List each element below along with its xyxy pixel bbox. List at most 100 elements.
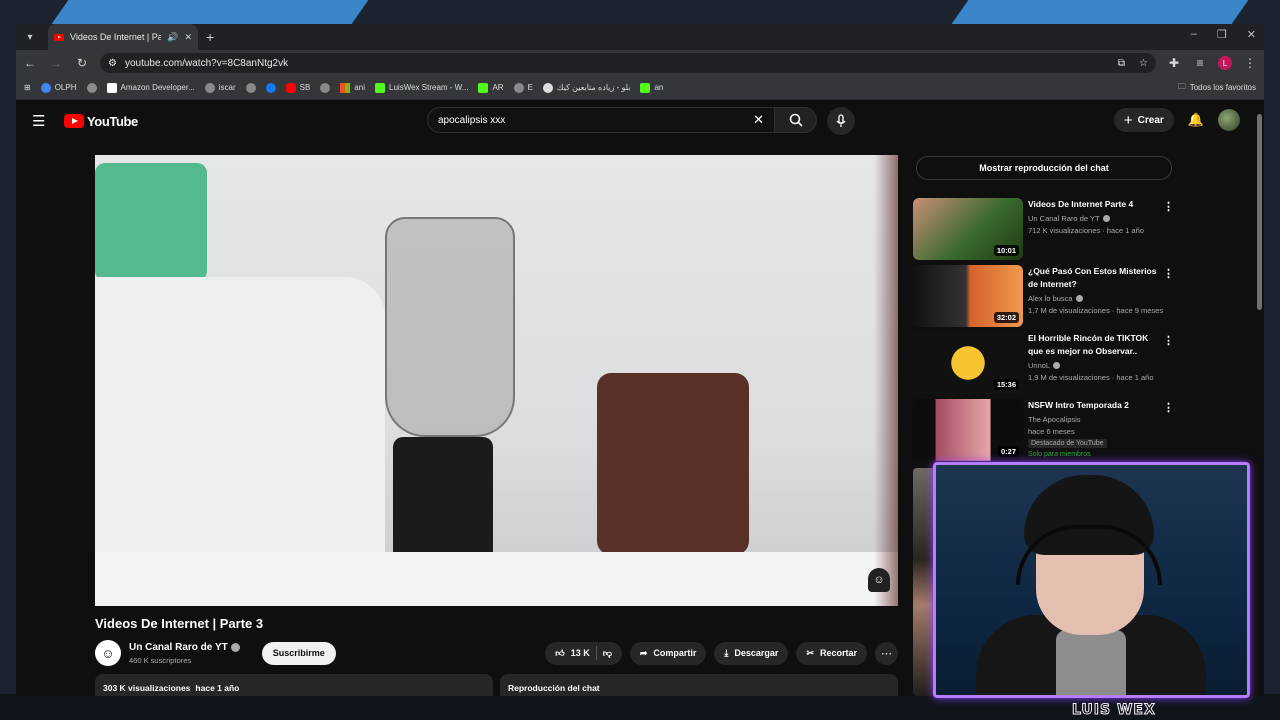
share-icon: ➦ xyxy=(639,647,648,658)
bookmark-item[interactable]: AR xyxy=(478,82,504,93)
bookmark-item[interactable] xyxy=(265,82,276,93)
restore-icon[interactable]: ❐ xyxy=(1217,28,1227,41)
minimize-icon[interactable]: – xyxy=(1191,28,1197,41)
video-thumbnail[interactable]: 0:27 xyxy=(913,399,1023,461)
more-options-icon[interactable]: ⋮ xyxy=(1163,334,1174,347)
bookmark-item[interactable]: بلو - زياده متابعين كيك xyxy=(542,82,630,93)
bookmark-item[interactable]: iscar xyxy=(204,82,236,93)
notifications-bell-icon[interactable]: 🔔 xyxy=(1188,112,1204,128)
search-bar: apocalipsis xxx ✕ xyxy=(427,107,817,133)
speaker-icon[interactable]: 🔊 xyxy=(167,32,178,43)
subscriber-count: 460 K suscriptores xyxy=(129,655,192,665)
bookmark-item[interactable]: LuisWex Stream - W... xyxy=(375,82,468,93)
video-thumbnail[interactable]: 32:02 xyxy=(913,265,1023,327)
youtube-favicon-icon xyxy=(54,33,64,41)
recommendation-meta: El Horrible Rincón de TIKTOK que es mejo… xyxy=(1028,332,1178,394)
browser-menu-icon[interactable]: ⋮ xyxy=(1242,56,1258,70)
overlay-stripe xyxy=(951,0,1249,24)
mic-icon xyxy=(836,114,846,127)
forward-icon[interactable]: → xyxy=(48,56,64,70)
site-settings-icon[interactable]: ⚙ xyxy=(108,58,117,69)
recommendation-channel[interactable]: Un Canal Raro de YT xyxy=(1028,214,1164,223)
close-tab-icon[interactable]: ✕ xyxy=(184,32,192,43)
search-icon xyxy=(789,113,803,127)
recommendation-title[interactable]: El Horrible Rincón de TIKTOK que es mejo… xyxy=(1028,332,1164,358)
close-window-icon[interactable]: ✕ xyxy=(1247,28,1256,41)
verified-icon xyxy=(1075,294,1083,302)
recommendation-channel[interactable]: Alex lo busca xyxy=(1028,294,1164,303)
profile-avatar[interactable]: L xyxy=(1218,56,1232,70)
video-scene-object xyxy=(597,373,749,555)
subscribe-button[interactable]: Suscribirme xyxy=(261,641,336,665)
guide-menu-icon[interactable]: ☰ xyxy=(32,112,52,130)
recommendation-title[interactable]: ¿Qué Pasó Con Estos Misterios de Interne… xyxy=(1028,265,1164,291)
recommendation-item[interactable]: 15:36 El Horrible Rincón de TIKTOK que e… xyxy=(913,332,1178,394)
bookmark-item[interactable] xyxy=(245,82,256,93)
webcam-person xyxy=(1056,630,1126,695)
youtube-logo[interactable]: YouTube xyxy=(64,114,138,129)
more-options-icon[interactable]: ⋮ xyxy=(1163,267,1174,280)
video-thumbnail[interactable]: 10:01 xyxy=(913,198,1023,260)
reload-icon[interactable]: ↻ xyxy=(74,56,90,70)
clip-button[interactable]: ✂ Recortar xyxy=(796,641,867,665)
header-actions: + Crear 🔔 xyxy=(1113,108,1240,132)
chat-replay-panel[interactable]: Reproducción del chat xyxy=(500,674,898,696)
channel-watermark-icon[interactable]: ☺ xyxy=(868,568,890,592)
bookmark-item[interactable]: E xyxy=(513,82,533,93)
recommendation-item[interactable]: 32:02 ¿Qué Pasó Con Estos Misterios de I… xyxy=(913,265,1178,327)
back-icon[interactable]: ← xyxy=(22,56,38,70)
install-app-icon[interactable]: ⧉ xyxy=(1118,58,1125,69)
voice-search-button[interactable] xyxy=(827,107,855,135)
tab-search-button[interactable]: ▾ xyxy=(20,27,40,47)
create-button[interactable]: + Crear xyxy=(1113,108,1174,132)
view-count: 303 K visualizaciones xyxy=(103,683,191,693)
bookmark-star-icon[interactable]: ☆ xyxy=(1139,58,1148,69)
channel-avatar[interactable]: ☺ xyxy=(95,640,121,666)
clear-search-icon[interactable]: ✕ xyxy=(753,112,764,128)
bookmark-item[interactable]: an xyxy=(640,82,663,93)
address-bar[interactable]: ⚙ youtube.com/watch?v=8C8anNtg2vk ⧉ ☆ xyxy=(100,53,1156,73)
search-button[interactable] xyxy=(775,107,817,133)
video-player[interactable]: ☺ xyxy=(95,155,898,606)
reading-list-icon[interactable]: ≡ xyxy=(1192,56,1208,70)
video-actions: 👍︎ 13 K 👎︎ ➦ Compartir ⤓ Descargar ✂ Recorta… xyxy=(545,641,898,665)
account-avatar[interactable] xyxy=(1218,109,1240,131)
bookmark-item[interactable]: OLPH xyxy=(40,82,77,93)
share-button[interactable]: ➦ Compartir xyxy=(629,641,707,665)
recommendation-channel[interactable]: The Apocalipsis xyxy=(1028,415,1164,424)
duration-badge: 15:36 xyxy=(993,379,1019,390)
page-scrollbar[interactable] xyxy=(1257,114,1262,310)
recommendation-channel[interactable]: UnnoL xyxy=(1028,361,1164,370)
extensions-icon[interactable]: ✚ xyxy=(1166,56,1182,70)
more-options-icon[interactable]: ⋮ xyxy=(1163,200,1174,213)
bookmark-item[interactable] xyxy=(86,82,97,93)
search-input[interactable]: apocalipsis xxx ✕ xyxy=(427,107,775,133)
recommendation-title[interactable]: Videos De Internet Parte 4 xyxy=(1028,198,1164,211)
bookmark-item[interactable] xyxy=(320,82,331,93)
description-box[interactable]: 303 K visualizaciones hace 1 año xyxy=(95,674,493,696)
verified-icon xyxy=(1102,214,1110,222)
dislike-button[interactable]: 👎︎ xyxy=(603,648,612,659)
tab-active[interactable]: Videos De Internet | Parte 3 🔊 ✕ xyxy=(48,24,198,50)
download-button[interactable]: ⤓ Descargar xyxy=(714,641,789,665)
recommendation-item[interactable]: 10:01 Videos De Internet Parte 4 Un Cana… xyxy=(913,198,1178,260)
apps-grid-icon[interactable]: ⊞ xyxy=(24,83,31,92)
channel-name[interactable]: Un Canal Raro de YT xyxy=(129,642,240,653)
more-options-icon[interactable]: ⋮ xyxy=(1163,401,1174,414)
more-actions-icon[interactable]: ⋯ xyxy=(875,641,898,665)
video-scene-object xyxy=(95,277,385,577)
recommendation-item[interactable]: 0:27 NSFW Intro Temporada 2 The Apocalip… xyxy=(913,399,1178,461)
bookmark-item[interactable]: Amazon Developer... xyxy=(106,82,195,93)
duration-badge: 0:27 xyxy=(997,446,1019,457)
video-title: Videos De Internet | Parte 3 xyxy=(95,616,264,631)
bookmark-item[interactable]: SB xyxy=(285,82,310,93)
recommendation-title[interactable]: NSFW Intro Temporada 2 xyxy=(1028,399,1164,412)
new-tab-button[interactable]: + xyxy=(206,29,214,45)
members-only-label: Solo para miembros xyxy=(1028,450,1091,458)
bookmark-item[interactable]: ani xyxy=(340,82,365,93)
all-bookmarks-folder[interactable]: 🗀 Todos los favoritos xyxy=(1178,81,1256,95)
show-chat-replay-button[interactable]: Mostrar reproducción del chat xyxy=(916,156,1172,180)
scissors-icon: ✂ xyxy=(806,647,814,658)
like-button[interactable]: 👍︎ 13 K xyxy=(555,648,589,659)
video-thumbnail[interactable]: 15:36 xyxy=(913,332,1023,394)
